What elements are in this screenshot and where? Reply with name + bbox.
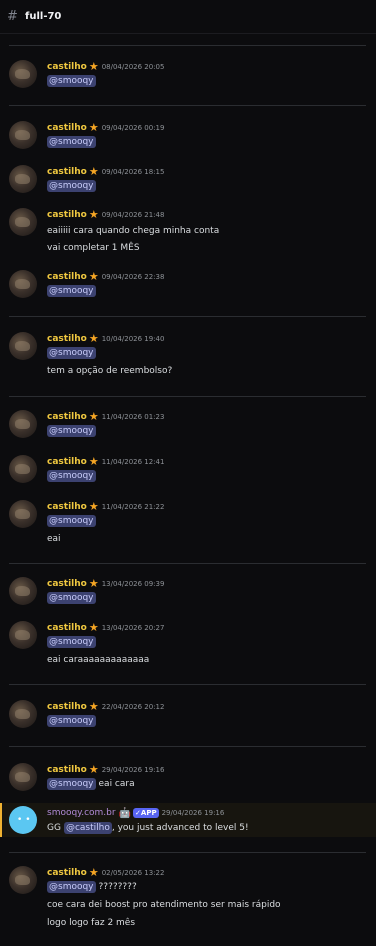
star-icon: ★ bbox=[88, 500, 99, 513]
star-icon: ★ bbox=[88, 621, 99, 634]
mention[interactable]: @smooqy bbox=[47, 347, 96, 359]
timestamp: 09/04/2026 00:19 bbox=[101, 124, 165, 132]
username[interactable]: castilho bbox=[47, 702, 87, 712]
username[interactable]: castilho bbox=[47, 457, 87, 467]
mention[interactable]: @smooqy bbox=[47, 75, 96, 87]
avatar[interactable] bbox=[9, 577, 37, 605]
timestamp: 11/04/2026 01:23 bbox=[101, 413, 165, 421]
username[interactable]: castilho bbox=[47, 62, 87, 72]
avatar[interactable] bbox=[9, 763, 37, 791]
message-text: eaiiiii cara quando chega minha conta bbox=[47, 226, 220, 236]
mention[interactable]: @smooqy bbox=[47, 425, 96, 437]
star-icon: ★ bbox=[88, 270, 99, 283]
mention[interactable]: @smooqy bbox=[47, 881, 96, 893]
avatar[interactable] bbox=[9, 621, 37, 649]
star-icon: ★ bbox=[88, 577, 99, 590]
mention[interactable]: @smooqy bbox=[47, 470, 96, 482]
username[interactable]: castilho bbox=[47, 765, 87, 775]
timestamp: 13/04/2026 09:39 bbox=[101, 580, 165, 588]
username[interactable]: castilho bbox=[47, 167, 87, 177]
mention[interactable]: @smooqy bbox=[47, 592, 96, 604]
channel-name: full-70 bbox=[25, 11, 62, 22]
divider bbox=[9, 45, 366, 46]
mention[interactable]: @smooqy bbox=[47, 180, 96, 192]
avatar[interactable] bbox=[9, 866, 37, 894]
username[interactable]: castilho bbox=[47, 334, 87, 344]
channel-header: # full-70 bbox=[0, 0, 376, 34]
divider bbox=[9, 563, 366, 564]
username[interactable]: castilho bbox=[47, 502, 87, 512]
star-icon: ★ bbox=[88, 700, 99, 713]
timestamp: 08/04/2026 20:05 bbox=[101, 63, 165, 71]
timestamp: 22/04/2026 20:12 bbox=[101, 703, 165, 711]
divider bbox=[9, 684, 366, 685]
username[interactable]: castilho bbox=[47, 272, 87, 282]
message-text: vai completar 1 MÊS bbox=[47, 243, 140, 253]
mention[interactable]: @smooqy bbox=[47, 136, 96, 148]
message-text: coe cara dei boost pro atendimento ser m… bbox=[47, 900, 281, 910]
star-icon: ★ bbox=[88, 60, 99, 73]
avatar[interactable] bbox=[9, 410, 37, 438]
smile-face-icon: •• bbox=[17, 815, 34, 825]
avatar[interactable] bbox=[9, 60, 37, 88]
message-text: eai cara bbox=[98, 779, 135, 789]
timestamp: 02/05/2026 13:22 bbox=[101, 869, 165, 877]
message-text: eai bbox=[47, 534, 61, 544]
divider bbox=[9, 316, 366, 317]
avatar[interactable] bbox=[9, 700, 37, 728]
username[interactable]: castilho bbox=[47, 623, 87, 633]
timestamp: 13/04/2026 20:27 bbox=[101, 624, 165, 632]
timestamp: 09/04/2026 18:15 bbox=[101, 168, 165, 176]
timestamp: 29/04/2026 19:16 bbox=[101, 766, 165, 774]
star-icon: ★ bbox=[88, 121, 99, 134]
mention[interactable]: @smooqy bbox=[47, 778, 96, 790]
message-text: ???????? bbox=[98, 882, 137, 892]
timestamp: 09/04/2026 22:38 bbox=[101, 273, 165, 281]
mention[interactable]: @smooqy bbox=[47, 636, 96, 648]
username[interactable]: castilho bbox=[47, 123, 87, 133]
mention[interactable]: @smooqy bbox=[47, 515, 96, 527]
bot-username[interactable]: smooqy.com.br bbox=[47, 808, 116, 818]
divider bbox=[9, 746, 366, 747]
avatar[interactable] bbox=[9, 455, 37, 483]
avatar[interactable] bbox=[9, 270, 37, 298]
divider bbox=[9, 396, 366, 397]
star-icon: ★ bbox=[88, 866, 99, 879]
avatar[interactable] bbox=[9, 121, 37, 149]
star-icon: ★ bbox=[88, 455, 99, 468]
timestamp: 11/04/2026 21:22 bbox=[101, 503, 165, 511]
robot-icon: 🤖 bbox=[118, 807, 132, 819]
timestamp: 09/04/2026 21:48 bbox=[101, 211, 165, 219]
bot-avatar[interactable]: •• bbox=[9, 806, 37, 834]
timestamp: 29/04/2026 19:16 bbox=[161, 809, 225, 817]
app-badge: ✓APP bbox=[133, 808, 159, 818]
timestamp: 11/04/2026 12:41 bbox=[101, 458, 165, 466]
star-icon: ★ bbox=[88, 165, 99, 178]
message-text: logo logo faz 2 mês bbox=[47, 918, 136, 928]
username[interactable]: castilho bbox=[47, 579, 87, 589]
username[interactable]: castilho bbox=[47, 210, 87, 220]
message-text: GG bbox=[47, 823, 61, 833]
username[interactable]: castilho bbox=[47, 868, 87, 878]
avatar[interactable] bbox=[9, 332, 37, 360]
star-icon: ★ bbox=[88, 410, 99, 423]
mention[interactable]: @castilho bbox=[63, 822, 112, 834]
username[interactable]: castilho bbox=[47, 412, 87, 422]
mention[interactable]: @smooqy bbox=[47, 715, 96, 727]
avatar[interactable] bbox=[9, 165, 37, 193]
star-icon: ★ bbox=[88, 763, 99, 776]
mention[interactable]: @smooqy bbox=[47, 285, 96, 297]
hash-thread-icon: # bbox=[7, 9, 18, 24]
divider bbox=[9, 105, 366, 106]
message-text: eai caraaaaaaaaaaaaa bbox=[47, 655, 150, 665]
timestamp: 10/04/2026 19:40 bbox=[101, 335, 165, 343]
message-text: tem a opção de reembolso? bbox=[47, 366, 173, 376]
star-icon: ★ bbox=[88, 208, 99, 221]
message-text: , you just advanced to level 5! bbox=[111, 823, 249, 833]
avatar[interactable] bbox=[9, 208, 37, 236]
bot-level-up-message: •• smooqy.com.br 🤖 ✓APP 29/04/2026 19:16… bbox=[0, 803, 376, 837]
avatar[interactable] bbox=[9, 500, 37, 528]
star-icon: ★ bbox=[88, 332, 99, 345]
divider bbox=[9, 852, 366, 853]
